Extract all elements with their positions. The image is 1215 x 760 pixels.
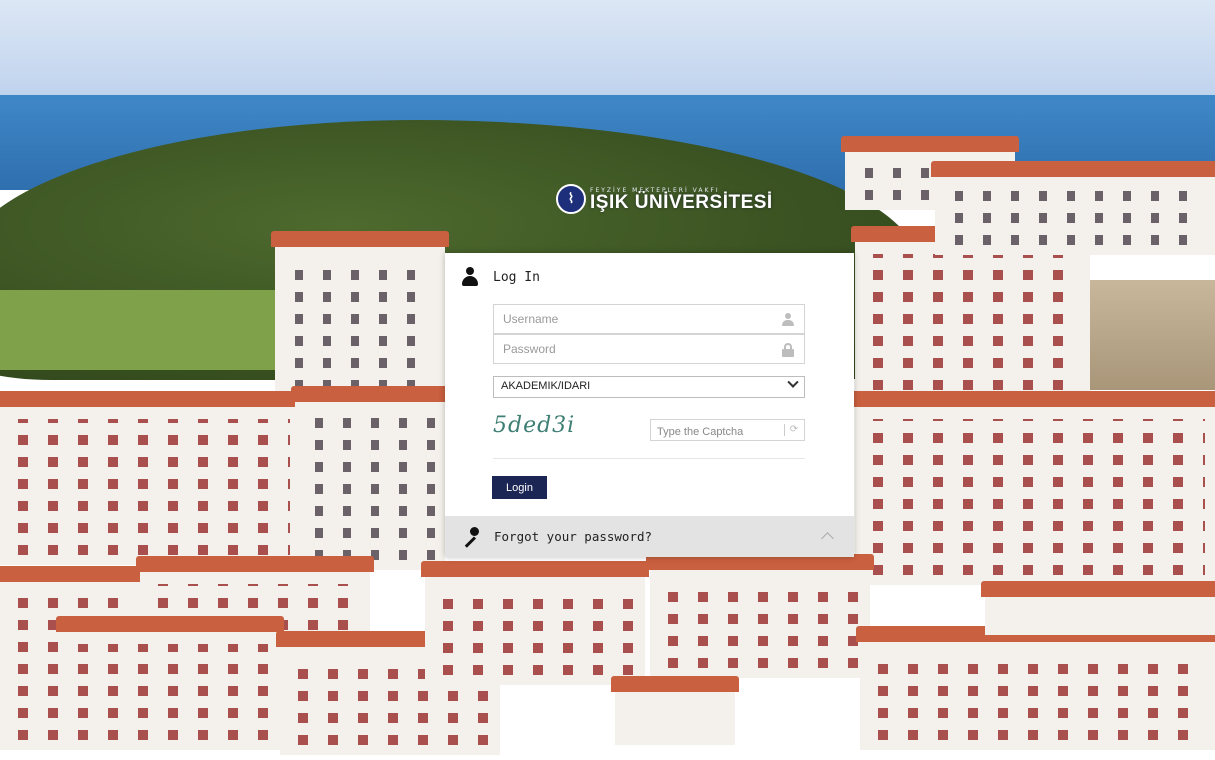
username-user-icon bbox=[782, 313, 794, 326]
refresh-captcha-icon[interactable]: ⟳ bbox=[784, 424, 800, 436]
password-field[interactable] bbox=[493, 334, 805, 364]
key-icon bbox=[460, 526, 480, 548]
username-input[interactable] bbox=[494, 305, 782, 333]
login-header: Log In bbox=[461, 267, 540, 287]
forgot-password-label: Forgot your password? bbox=[494, 529, 653, 544]
login-button[interactable]: Login bbox=[492, 476, 547, 499]
captcha-image: 5ded3i bbox=[493, 413, 583, 445]
login-panel: Log In AKADEMIK/IDARI 5ded3i ⟳ Login For… bbox=[445, 253, 854, 557]
university-logo: ⌇ FEYZİYE MEKTEPLERİ VAKFI IŞIK ÜNİVERSİ… bbox=[556, 184, 773, 214]
captcha-input[interactable] bbox=[651, 422, 788, 442]
forgot-password-toggle[interactable]: Forgot your password? bbox=[445, 516, 854, 557]
chevron-up-icon[interactable] bbox=[821, 532, 834, 545]
captcha-text: 5ded3i bbox=[493, 413, 576, 438]
logo-name: IŞIK ÜNİVERSİTESİ bbox=[590, 191, 773, 213]
username-field[interactable] bbox=[493, 304, 805, 334]
chevron-down-icon bbox=[787, 376, 799, 388]
user-type-select[interactable]: AKADEMIK/IDARI bbox=[493, 376, 805, 398]
torch-emblem-icon: ⌇ bbox=[556, 184, 586, 214]
password-input[interactable] bbox=[494, 335, 782, 363]
divider bbox=[493, 458, 805, 459]
captcha-field[interactable]: ⟳ bbox=[650, 419, 805, 442]
lock-icon bbox=[782, 343, 794, 357]
login-title: Log In bbox=[493, 269, 540, 285]
user-type-value: AKADEMIK/IDARI bbox=[501, 380, 591, 392]
user-icon bbox=[461, 267, 479, 287]
